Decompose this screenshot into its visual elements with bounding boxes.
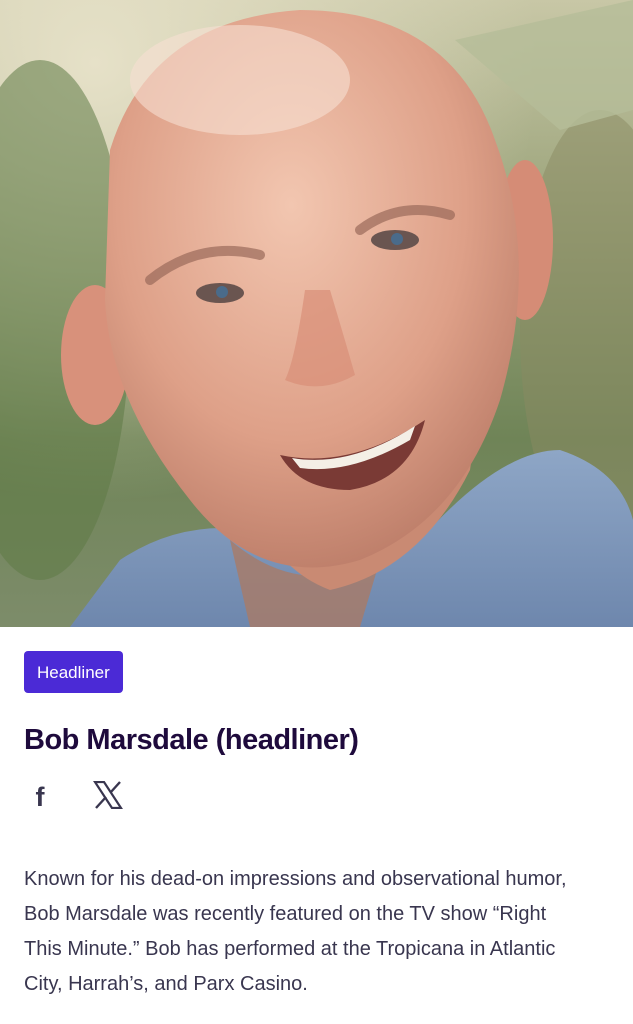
headliner-badge: Headliner xyxy=(24,651,123,693)
facebook-share-button[interactable]: f xyxy=(24,782,56,814)
performer-photo xyxy=(0,0,633,627)
social-links: f xyxy=(24,780,609,816)
performer-details: Headliner Bob Marsdale (headliner) f Kno… xyxy=(24,651,609,1002)
x-twitter-icon xyxy=(92,781,124,814)
x-share-button[interactable] xyxy=(92,781,124,814)
performer-bio: Known for his dead-on impressions and ob… xyxy=(24,867,567,995)
performer-name: Bob Marsdale (headliner) xyxy=(24,724,359,756)
performer-card: Headliner Bob Marsdale (headliner) f Kno… xyxy=(0,0,633,1024)
facebook-icon: f xyxy=(35,782,45,813)
